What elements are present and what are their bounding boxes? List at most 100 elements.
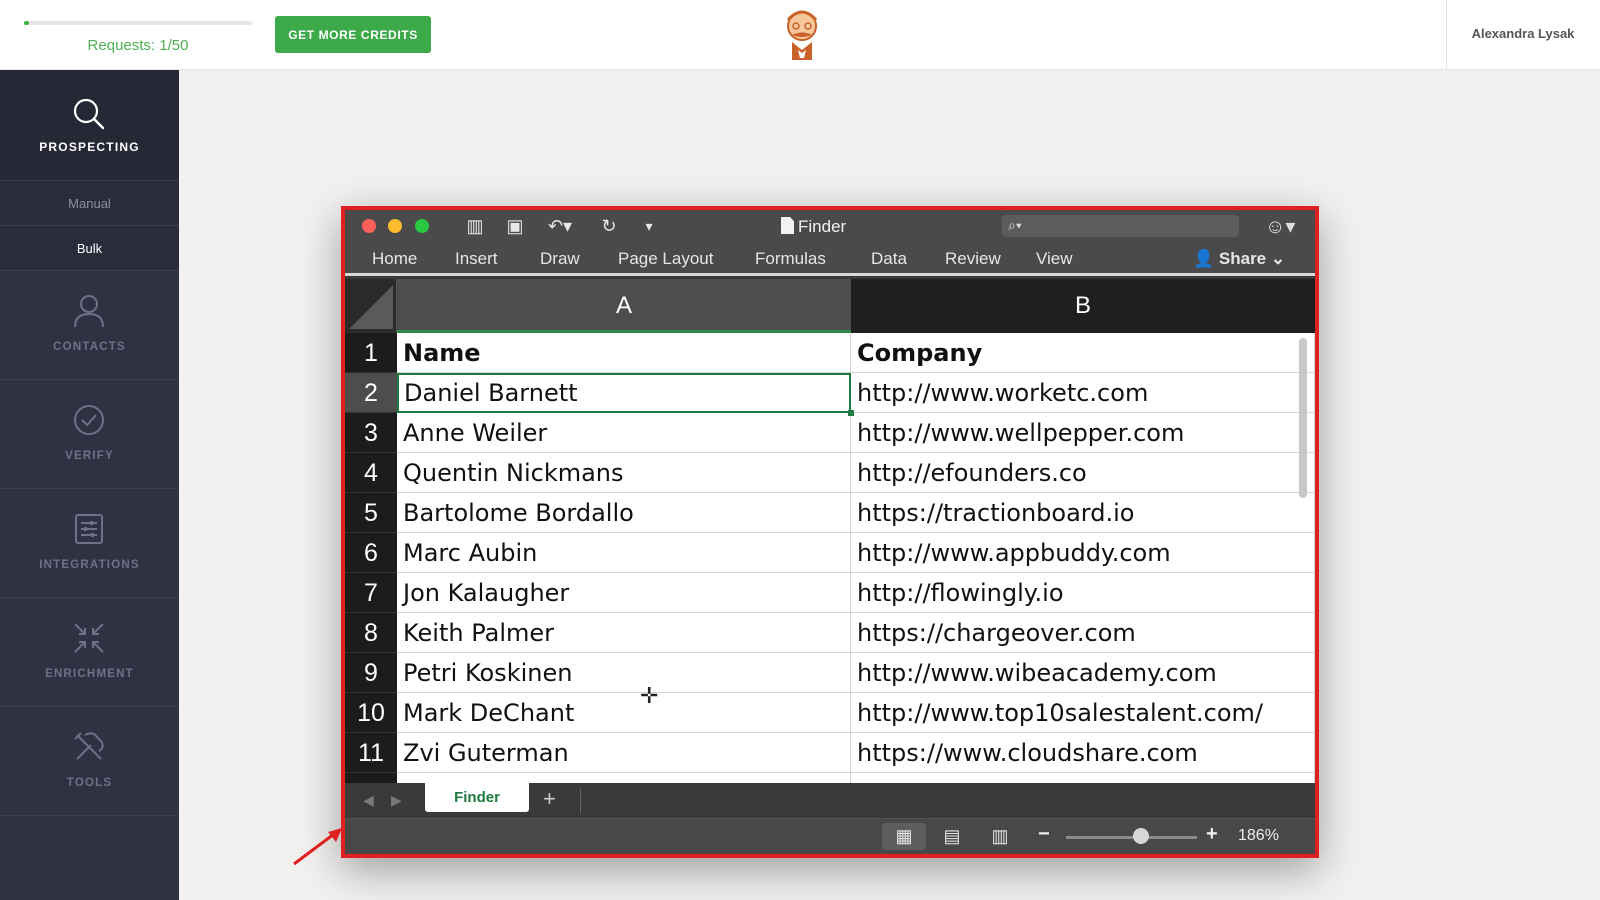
cell-a5[interactable]: Bartolome Bordallo [397,493,851,533]
document-icon [781,217,794,234]
select-all-corner[interactable] [345,279,397,333]
page-break-view-icon[interactable]: ▥ [978,823,1022,850]
cell-a11[interactable]: Zvi Guterman [397,733,851,773]
row-header[interactable]: 4 [345,453,397,493]
cell-b11[interactable]: https://www.cloudshare.com [851,733,1315,773]
cell-b1[interactable]: Company [851,333,1315,373]
tab-formulas[interactable]: Formulas [755,249,826,269]
cell-a12[interactable] [397,773,851,783]
row-header[interactable]: 12 [345,773,397,783]
sidebar-toggle-icon[interactable]: ▥ [463,215,487,237]
row-header[interactable]: 1 [345,333,397,373]
cell-a9[interactable]: Petri Koskinen [397,653,851,693]
row-header[interactable]: 3 [345,413,397,453]
sidebar-item-contacts[interactable]: CONTACTS [0,271,179,380]
search-input[interactable]: ⌕▾ [1002,215,1239,237]
row-header[interactable]: 5 [345,493,397,533]
user-icon [74,295,104,328]
tab-draw[interactable]: Draw [540,249,580,269]
zoom-in-button[interactable]: + [1206,823,1218,846]
cell-b12[interactable] [851,773,1315,783]
zoom-level[interactable]: 186% [1238,827,1279,845]
add-sheet-button[interactable]: + [543,786,556,812]
tab-home[interactable]: Home [372,249,417,269]
prev-sheet-arrow-icon[interactable]: ◀ [363,792,374,809]
normal-view-icon[interactable]: ▦ [882,823,926,850]
close-window-button[interactable] [362,219,376,233]
row-header[interactable]: 9 [345,653,397,693]
minimize-window-button[interactable] [388,219,402,233]
zoom-slider[interactable] [1066,836,1197,839]
undo-icon[interactable]: ↶▾ [543,215,577,237]
row-header[interactable]: 11 [345,733,397,773]
zoom-out-button[interactable]: − [1038,823,1050,846]
sheet-tab-finder[interactable]: Finder [425,783,529,812]
page-layout-view-icon[interactable]: ▤ [930,823,974,850]
maximize-window-button[interactable] [415,219,429,233]
cell-b9[interactable]: http://www.wibeacademy.com [851,653,1315,693]
fill-handle[interactable] [848,410,854,416]
row-header[interactable]: 6 [345,533,397,573]
sidebar-subitem-bulk[interactable]: Bulk [0,226,179,271]
row-header[interactable]: 2 [345,373,397,413]
column-header-a[interactable]: A [397,279,851,333]
sidebar-item-tools[interactable]: TOOLS [0,707,179,816]
sliders-icon [75,514,103,544]
redo-icon[interactable]: ↻ [597,215,621,237]
sidebar-item-verify[interactable]: VERIFY [0,380,179,489]
sidebar-item-integrations[interactable]: INTEGRATIONS [0,489,179,598]
cell-b8[interactable]: https://chargeover.com [851,613,1315,653]
cell-b2[interactable]: http://www.worketc.com [851,373,1315,413]
table-row: 4 Quentin Nickmans http://efounders.co [345,453,1315,493]
row-header[interactable]: 8 [345,613,397,653]
cell-a10[interactable]: Mark DeChant [397,693,851,733]
brand-logo-icon[interactable] [778,6,826,62]
next-sheet-arrow-icon[interactable]: ▶ [391,792,402,809]
cell-b4[interactable]: http://efounders.co [851,453,1315,493]
feedback-smiley-icon[interactable]: ☺▾ [1265,214,1295,239]
cell-a2-active[interactable]: Daniel Barnett [397,373,851,413]
customize-toolbar-icon[interactable]: ▾ [637,215,661,237]
sidebar-item-label: ENRICHMENT [45,668,134,680]
tab-insert[interactable]: Insert [455,249,498,269]
check-circle-icon [74,405,104,435]
cell-a7[interactable]: Jon Kalaugher [397,573,851,613]
tab-data[interactable]: Data [871,249,907,269]
cell-a3[interactable]: Anne Weiler [397,413,851,453]
cell-a4[interactable]: Quentin Nickmans [397,453,851,493]
user-name[interactable]: Alexandra Lysak [1446,26,1600,41]
cell-a8[interactable]: Keith Palmer [397,613,851,653]
sidebar-item-label: VERIFY [65,450,114,462]
share-label: Share [1218,249,1267,268]
cell-b5[interactable]: https://tractionboard.io [851,493,1315,533]
get-more-credits-button[interactable]: GET MORE CREDITS [275,16,431,53]
ribbon-tabs: Home Insert Draw Page Layout Formulas Da… [345,242,1315,276]
row-header[interactable]: 10 [345,693,397,733]
cell-b3[interactable]: http://www.wellpepper.com [851,413,1315,453]
share-button[interactable]: 👤 Share ⌄ [1193,249,1285,269]
table-row: 8 Keith Palmer https://chargeover.com [345,613,1315,653]
status-bar: ▦ ▤ ▥ − + 186% [345,819,1315,854]
cell-b7[interactable]: http://flowingly.io [851,573,1315,613]
row-header[interactable]: 7 [345,573,397,613]
spreadsheet-grid[interactable]: 1 Name Company 2 Daniel Barnett http://w… [345,333,1315,783]
cell-a1[interactable]: Name [397,333,851,373]
tab-page-layout[interactable]: Page Layout [618,249,713,269]
save-icon[interactable]: ▣ [503,215,527,237]
sidebar-item-prospecting[interactable]: PROSPECTING [0,70,179,181]
cell-b6[interactable]: http://www.appbuddy.com [851,533,1315,573]
tab-review[interactable]: Review [945,249,1001,269]
sidebar-subitem-manual[interactable]: Manual [0,181,179,226]
table-row: 12 [345,773,1315,783]
tab-view[interactable]: View [1036,249,1073,269]
vertical-scrollbar[interactable] [1299,338,1307,498]
table-row: 6 Marc Aubin http://www.appbuddy.com [345,533,1315,573]
cell-a6[interactable]: Marc Aubin [397,533,851,573]
excel-window: ▥ ▣ ↶▾ ↻ ▾ Finder ⌕▾ ☺▾ Home Insert Draw… [341,206,1319,858]
sidebar: PROSPECTING Manual Bulk CONTACTS VERIFY … [0,70,179,900]
sidebar-item-enrichment[interactable]: ENRICHMENT [0,598,179,707]
zoom-slider-handle[interactable] [1132,828,1149,844]
column-header-b[interactable]: B [851,279,1315,333]
cell-b10[interactable]: http://www.top10salestalent.com/ [851,693,1315,733]
sidebar-item-label: TOOLS [66,777,113,789]
